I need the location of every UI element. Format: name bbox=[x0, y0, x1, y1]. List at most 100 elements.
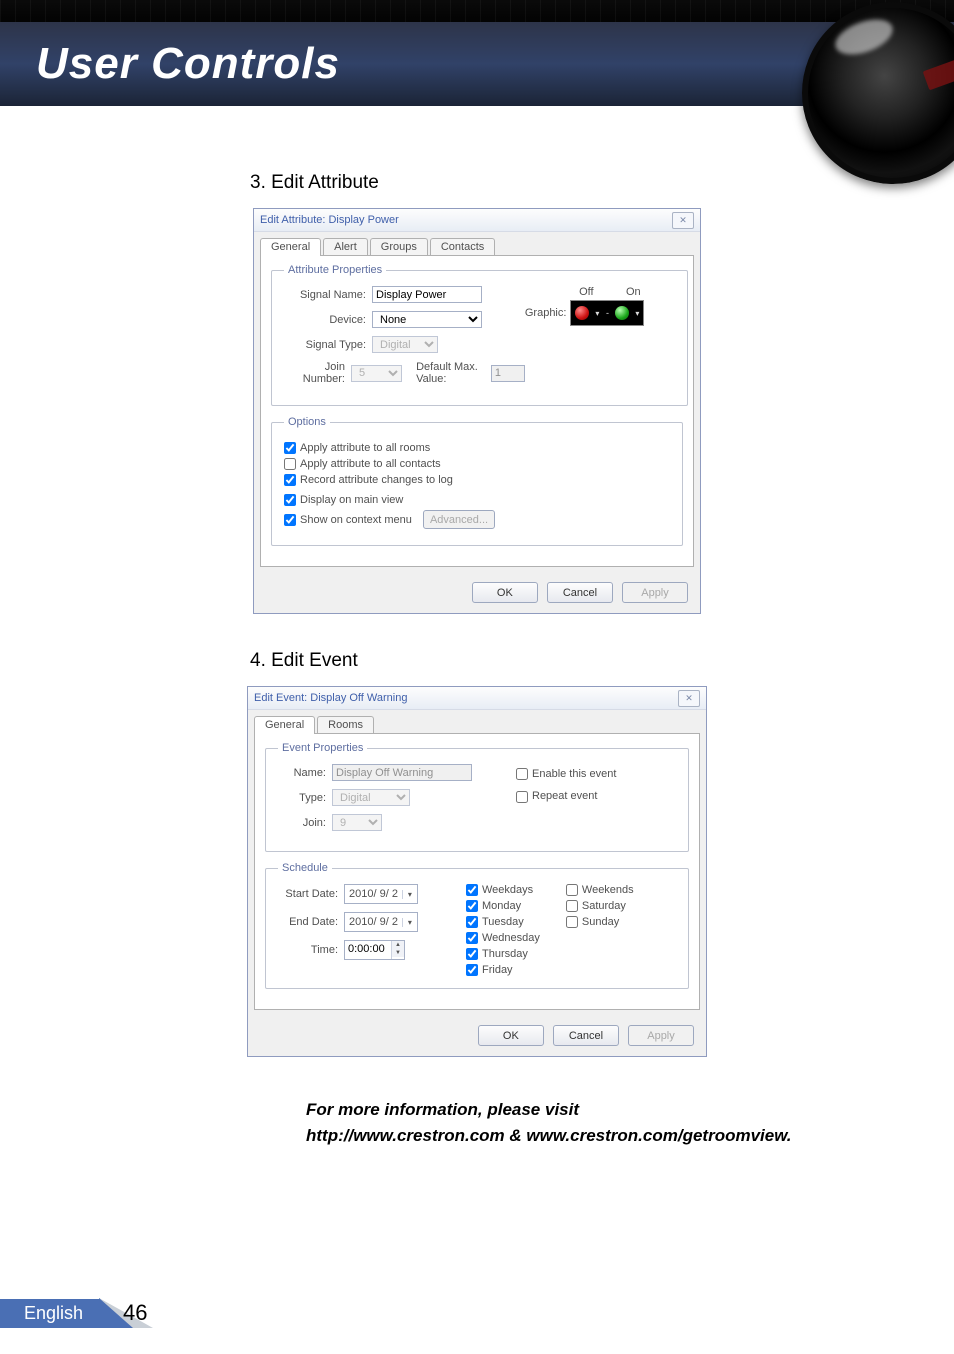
time-spinner[interactable]: ▲▼ bbox=[344, 940, 405, 960]
weekends[interactable]: Weekends bbox=[566, 884, 634, 896]
info-block: For more information, please visit http:… bbox=[306, 1097, 834, 1148]
saturday[interactable]: Saturday bbox=[566, 900, 634, 912]
event-type-select: Digital bbox=[332, 789, 410, 806]
ok-button[interactable]: OK bbox=[478, 1025, 544, 1046]
opt-main-view[interactable]: Display on main view bbox=[284, 494, 495, 506]
chevron-down-icon[interactable]: ▾ bbox=[402, 890, 417, 899]
time-input[interactable] bbox=[345, 941, 391, 957]
end-date-label: End Date: bbox=[278, 916, 338, 928]
chevron-down-icon[interactable]: ▾ bbox=[402, 918, 417, 927]
default-max-input bbox=[491, 365, 525, 382]
ok-button[interactable]: OK bbox=[472, 582, 538, 603]
cancel-button[interactable]: Cancel bbox=[553, 1025, 619, 1046]
cancel-button[interactable]: Cancel bbox=[547, 582, 613, 603]
opt-all-rooms-checkbox[interactable] bbox=[284, 442, 296, 454]
opt-context-menu-checkbox[interactable] bbox=[284, 514, 296, 526]
options-legend: Options bbox=[284, 416, 330, 428]
page-footer: English 46 bbox=[0, 1298, 153, 1328]
device-select[interactable]: None bbox=[372, 311, 482, 328]
signal-name-input[interactable] bbox=[372, 286, 482, 303]
opt-main-view-checkbox[interactable] bbox=[284, 494, 296, 506]
weekends-checkbox[interactable] bbox=[566, 884, 578, 896]
opt-all-rooms[interactable]: Apply attribute to all rooms bbox=[284, 442, 484, 454]
dialog2-buttons: OK Cancel Apply bbox=[248, 1017, 706, 1056]
start-date-field[interactable]: 2010/ 9/ 2 ▾ bbox=[344, 884, 418, 904]
tab-contacts[interactable]: Contacts bbox=[430, 238, 495, 256]
friday[interactable]: Friday bbox=[466, 964, 540, 976]
sunday[interactable]: Sunday bbox=[566, 916, 634, 928]
weekdays-checkbox[interactable] bbox=[466, 884, 478, 896]
enable-event[interactable]: Enable this event bbox=[516, 768, 676, 780]
thursday[interactable]: Thursday bbox=[466, 948, 540, 960]
chevron-down-icon[interactable]: ▾ bbox=[592, 309, 602, 318]
sunday-checkbox[interactable] bbox=[566, 916, 578, 928]
chapter-title: User Controls bbox=[36, 39, 340, 89]
end-date-field[interactable]: 2010/ 9/ 2 ▾ bbox=[344, 912, 418, 932]
tuesday[interactable]: Tuesday bbox=[466, 916, 540, 928]
spinner-up-icon[interactable]: ▲ bbox=[392, 941, 404, 949]
step-4-heading: 4. Edit Event bbox=[250, 650, 894, 672]
page-number: 46 bbox=[123, 1300, 147, 1326]
signal-type-select: Digital bbox=[372, 336, 438, 353]
event-type-label: Type: bbox=[278, 792, 326, 804]
event-name-label: Name: bbox=[278, 767, 326, 779]
event-join-select: 9 bbox=[332, 814, 382, 831]
start-date-label: Start Date: bbox=[278, 888, 338, 900]
device-label: Device: bbox=[284, 314, 366, 326]
monday[interactable]: Monday bbox=[466, 900, 540, 912]
join-number-select: 5 bbox=[351, 365, 402, 382]
wednesday-checkbox[interactable] bbox=[466, 932, 478, 944]
attribute-properties-group: Attribute Properties Signal Name: Device… bbox=[271, 264, 688, 406]
apply-button: Apply bbox=[622, 582, 688, 603]
tab-general[interactable]: General bbox=[254, 716, 315, 734]
chevron-down-icon[interactable]: ▾ bbox=[632, 309, 642, 318]
graphic-sep: - bbox=[602, 308, 612, 318]
edit-attribute-dialog: Edit Attribute: Display Power ✕ General … bbox=[253, 208, 701, 614]
event-properties-legend: Event Properties bbox=[278, 742, 367, 754]
top-grid-decoration bbox=[0, 0, 954, 22]
dialog1-buttons: OK Cancel Apply bbox=[254, 574, 700, 613]
edit-event-dialog: Edit Event: Display Off Warning ✕ Genera… bbox=[247, 686, 707, 1057]
info-line2: http://www.crestron.com & www.crestron.c… bbox=[306, 1123, 834, 1149]
advanced-button: Advanced... bbox=[423, 510, 495, 529]
status-on-icon bbox=[615, 306, 629, 320]
repeat-event-checkbox[interactable] bbox=[516, 791, 528, 803]
opt-record-log[interactable]: Record attribute changes to log bbox=[284, 474, 484, 486]
step-3-heading: 3. Edit Attribute bbox=[250, 172, 894, 194]
status-off-icon bbox=[575, 306, 589, 320]
dialog2-tabs: General Rooms bbox=[254, 716, 700, 734]
dialog1-tabs: General Alert Groups Contacts bbox=[260, 238, 694, 256]
dialog1-title: Edit Attribute: Display Power bbox=[260, 214, 399, 226]
tab-rooms[interactable]: Rooms bbox=[317, 716, 374, 734]
graphic-off-label: Off bbox=[579, 286, 593, 298]
tab-general[interactable]: General bbox=[260, 238, 321, 256]
tuesday-checkbox[interactable] bbox=[466, 916, 478, 928]
opt-context-menu[interactable]: Show on context menu Advanced... bbox=[284, 510, 495, 529]
opt-all-contacts-checkbox[interactable] bbox=[284, 458, 296, 470]
opt-record-log-checkbox[interactable] bbox=[284, 474, 296, 486]
signal-type-label: Signal Type: bbox=[284, 339, 366, 351]
weekdays[interactable]: Weekdays bbox=[466, 884, 540, 896]
wednesday[interactable]: Wednesday bbox=[466, 932, 540, 944]
tab-alert[interactable]: Alert bbox=[323, 238, 368, 256]
apply-button: Apply bbox=[628, 1025, 694, 1046]
friday-checkbox[interactable] bbox=[466, 964, 478, 976]
graphic-on-label: On bbox=[626, 286, 641, 298]
saturday-checkbox[interactable] bbox=[566, 900, 578, 912]
spinner-down-icon[interactable]: ▼ bbox=[392, 949, 404, 957]
join-number-label: Join Number: bbox=[284, 361, 345, 385]
footer-language: English bbox=[0, 1299, 99, 1328]
tab-groups[interactable]: Groups bbox=[370, 238, 428, 256]
repeat-event[interactable]: Repeat event bbox=[516, 790, 676, 802]
info-line1: For more information, please visit bbox=[306, 1097, 834, 1123]
event-properties-group: Event Properties Name: Type: Digital Joi… bbox=[265, 742, 689, 852]
close-icon[interactable]: ✕ bbox=[678, 690, 700, 707]
signal-name-label: Signal Name: bbox=[284, 289, 366, 301]
schedule-legend: Schedule bbox=[278, 862, 332, 874]
graphic-preview[interactable]: ▾ - ▾ bbox=[570, 300, 644, 326]
thursday-checkbox[interactable] bbox=[466, 948, 478, 960]
monday-checkbox[interactable] bbox=[466, 900, 478, 912]
enable-event-checkbox[interactable] bbox=[516, 768, 528, 780]
opt-all-contacts[interactable]: Apply attribute to all contacts bbox=[284, 458, 484, 470]
close-icon[interactable]: ✕ bbox=[672, 212, 694, 229]
